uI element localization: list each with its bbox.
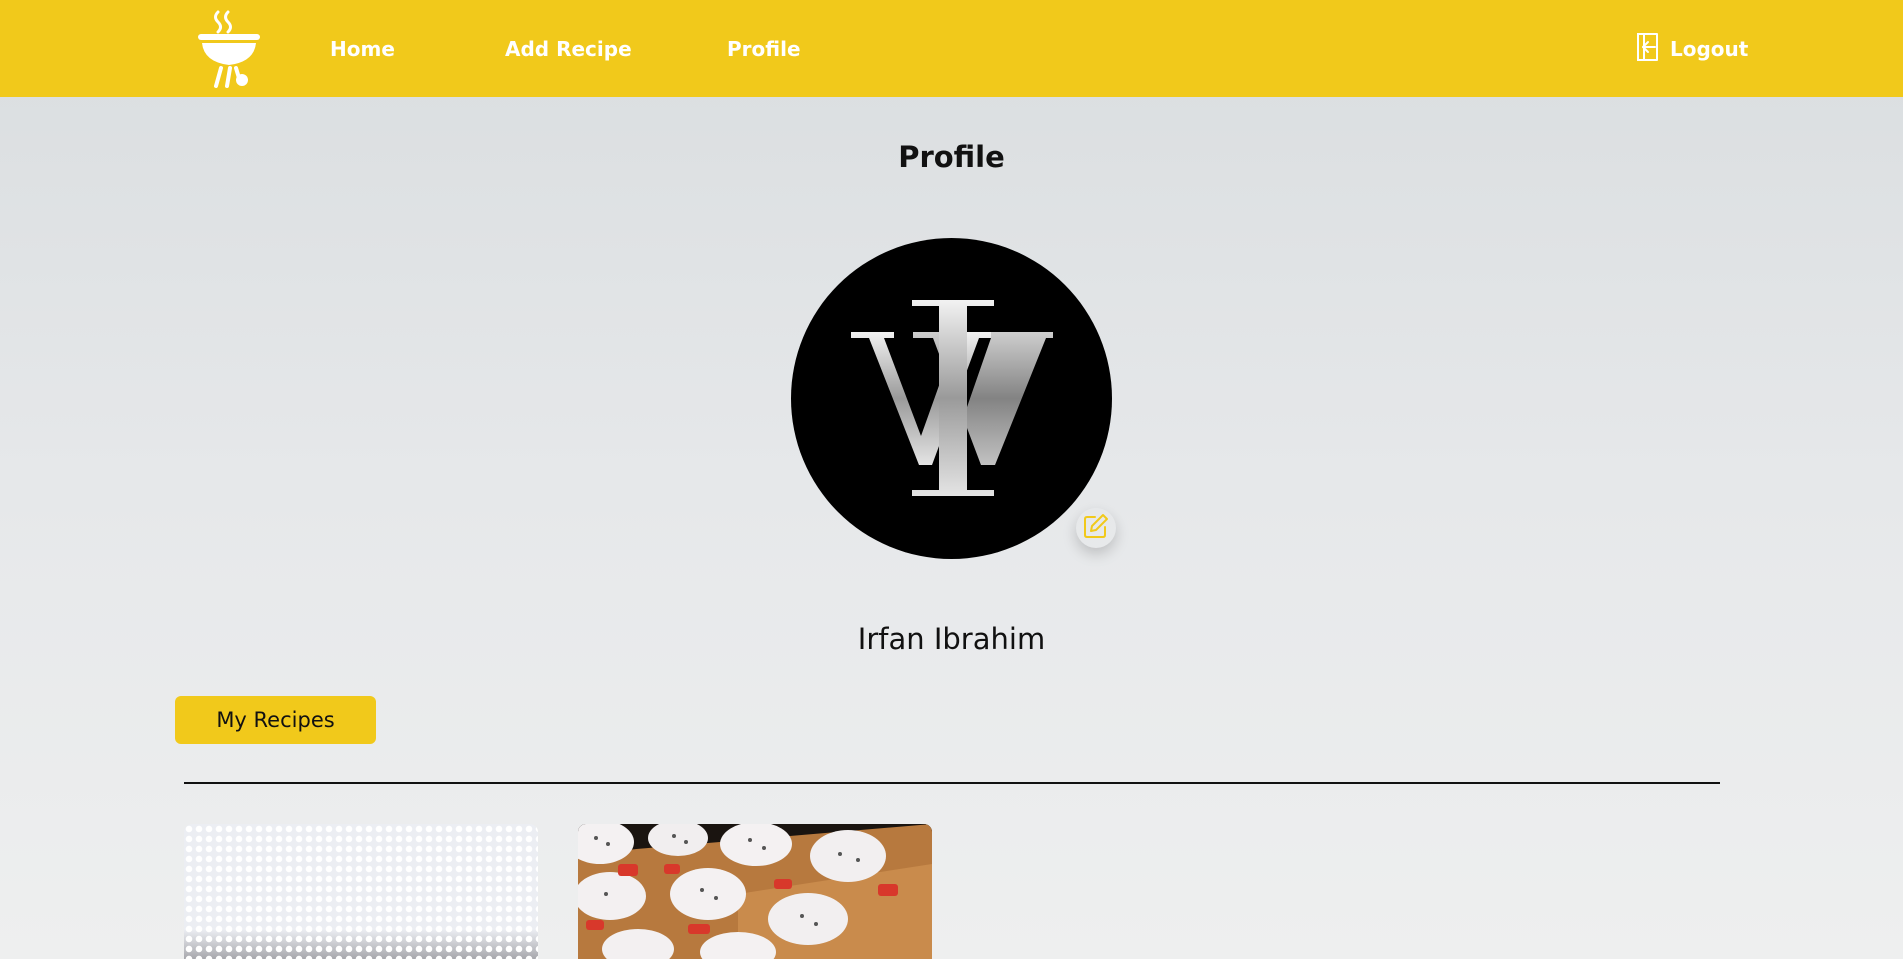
user-name: Irfan Ibrahim: [857, 622, 1046, 656]
section-divider: [184, 782, 1720, 784]
logout-button[interactable]: Logout: [1634, 32, 1749, 67]
page-title: Profile: [898, 140, 1005, 174]
logout-label: Logout: [1670, 37, 1749, 61]
edit-avatar-button[interactable]: [1076, 508, 1116, 548]
logout-icon: [1634, 32, 1660, 67]
recipe-card[interactable]: [578, 824, 932, 959]
profile-avatar: [791, 238, 1112, 559]
dessert-cups-image: [578, 824, 932, 959]
navbar: Home Add Recipe Profile Logout: [0, 0, 1903, 97]
grill-logo-icon[interactable]: [196, 10, 262, 88]
my-recipes-tab[interactable]: My Recipes: [175, 696, 376, 744]
recipe-card[interactable]: [184, 824, 538, 959]
nav-home-link[interactable]: Home: [330, 37, 395, 61]
nav-add-recipe-link[interactable]: Add Recipe: [505, 37, 632, 61]
placeholder-pattern-image: [184, 824, 538, 959]
edit-pencil-icon: [1082, 512, 1110, 544]
nav-profile-link[interactable]: Profile: [727, 37, 801, 61]
